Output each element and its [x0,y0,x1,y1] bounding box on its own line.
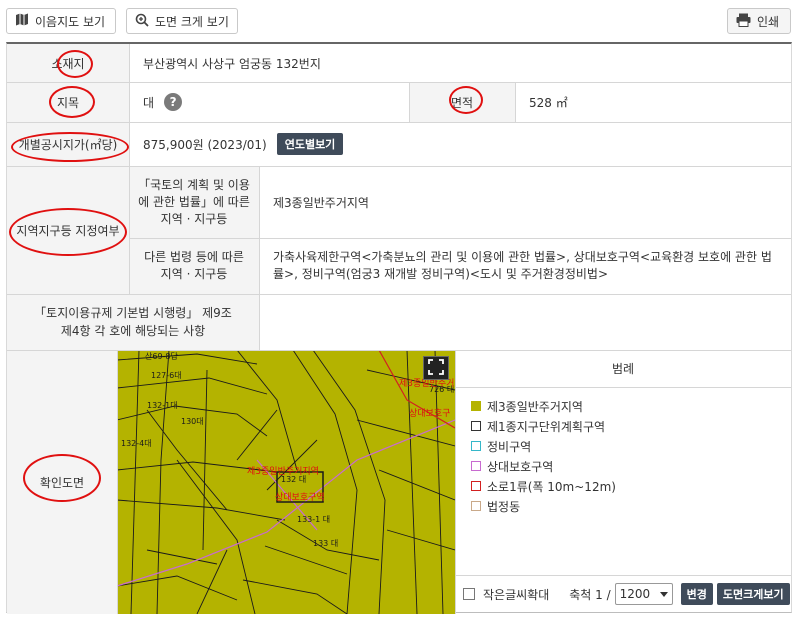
price-value: 875,900원 (2023/01) 연도별보기 [129,122,791,166]
legend-swatch [471,501,481,511]
location-value: 부산광역시 사상구 엄궁동 132번지 [129,44,791,82]
toolbar: 이음지도 보기 도면 크게 보기 인쇄 [0,0,800,42]
area-value: 528 ㎡ [515,82,791,122]
scale-select[interactable]: 1200 [614,583,673,605]
legend-item: 상대보호구역 [471,456,616,476]
enlarge-map-button[interactable]: 도면 크게 보기 [126,8,238,34]
scale-label: 축척 1 / [569,587,611,602]
map-header: 확인도면 [7,350,117,614]
legend-item: 소로1류(폭 10m~12m) [471,476,616,496]
location-header: 소재지 [7,44,129,82]
map-view-label: 이음지도 보기 [35,14,106,29]
price-header: 개별공시지가(㎡당) [7,122,129,166]
parcel-label: 133-1 대 [297,515,330,524]
legend-label: 소로1류(폭 10m~12m) [487,479,616,494]
parcel-label: 132-4대 [121,439,152,448]
zone-label: 상대보호구역 [275,492,325,503]
legend-item: 제3종일반주거지역 [471,396,616,416]
regulation-value [259,294,791,350]
legend-swatch [471,421,481,431]
change-scale-button[interactable]: 변경 [680,583,713,605]
zone-label: 상대보호구 [409,408,450,419]
zone-label: 제3종일반주거지역 [247,466,319,477]
legend-swatch [471,441,481,451]
legend-label: 정비구역 [487,439,532,454]
regulation-header: 「토지이용규제 기본법 시행령」 제9조 제4항 각 호에 해당되는 사항 [7,294,259,350]
legend-item: 법정동 [471,496,616,516]
small-text-checkbox[interactable] [463,588,475,600]
legend-list: 제3종일반주거지역제1종지구단위계획구역정비구역상대보호구역소로1류(폭 10m… [471,396,616,516]
parcel-label: 132-1대 [147,401,178,410]
map-controls: 작은글씨확대 축척 1 / 1200 변경 도면크게보기 [455,575,791,613]
chevron-down-icon [659,587,668,601]
enlarge-map-label: 도면 크게 보기 [155,14,229,29]
cadastral-map[interactable]: 산69-8답 127-6대 132-1대 130대 132-4대 132 대 1… [117,350,455,614]
print-label: 인쇄 [757,14,780,29]
zoning-header: 지역지구등 지정여부 [7,166,129,294]
other-law-header: 다른 법령 등에 따른 지역 · 지구등 [129,238,259,294]
land-law-value: 제3종일반주거지역 [259,166,791,238]
parcel-label: 산69-8답 [145,351,179,361]
small-text-label: 작은글씨확대 [483,587,550,602]
map-view-button[interactable]: 이음지도 보기 [6,8,116,34]
legend-item: 정비구역 [471,436,616,456]
legend-item: 제1종지구단위계획구역 [471,416,616,436]
legend-label: 법정동 [487,499,521,514]
legend-title: 범례 [455,350,791,388]
land-law-header: 「국토의 계획 및 이용에 관한 법률」에 따른 지역 · 지구등 [129,166,259,238]
jimok-header: 지목 [7,82,129,122]
other-law-value: 가축사육제한구역<가축분뇨의 관리 및 이용에 관한 법률>, 상대보호구역<교… [259,238,791,294]
yearly-view-button[interactable]: 연도별보기 [276,133,344,155]
jimok-value: 대 ? [129,82,409,122]
fullscreen-icon [428,358,444,378]
parcel-label: 127-6대 [151,371,182,380]
legend-label: 제1종지구단위계획구역 [487,419,606,434]
cadastral-map-drawing: 산69-8답 127-6대 132-1대 130대 132-4대 132 대 1… [117,350,455,614]
print-button[interactable]: 인쇄 [727,8,791,34]
area-header: 면적 [409,82,515,122]
legend-label: 제3종일반주거지역 [487,399,583,414]
printer-icon [736,13,751,30]
legend-swatch [471,481,481,491]
map-icon [15,13,29,29]
parcel-label: 133 대 [313,539,338,548]
help-icon[interactable]: ? [164,93,183,111]
fullscreen-button[interactable] [423,356,449,380]
legend-swatch [471,461,481,471]
parcel-label: 130대 [181,417,204,426]
legend-swatch [471,401,481,411]
legend-label: 상대보호구역 [487,459,554,474]
zoom-in-icon [135,13,149,30]
enlarge-drawing-button[interactable]: 도면크게보기 [716,583,790,605]
land-info-table: 소재지 부산광역시 사상구 엄궁동 132번지 지목 대 ? 면적 528 ㎡ … [6,42,792,614]
